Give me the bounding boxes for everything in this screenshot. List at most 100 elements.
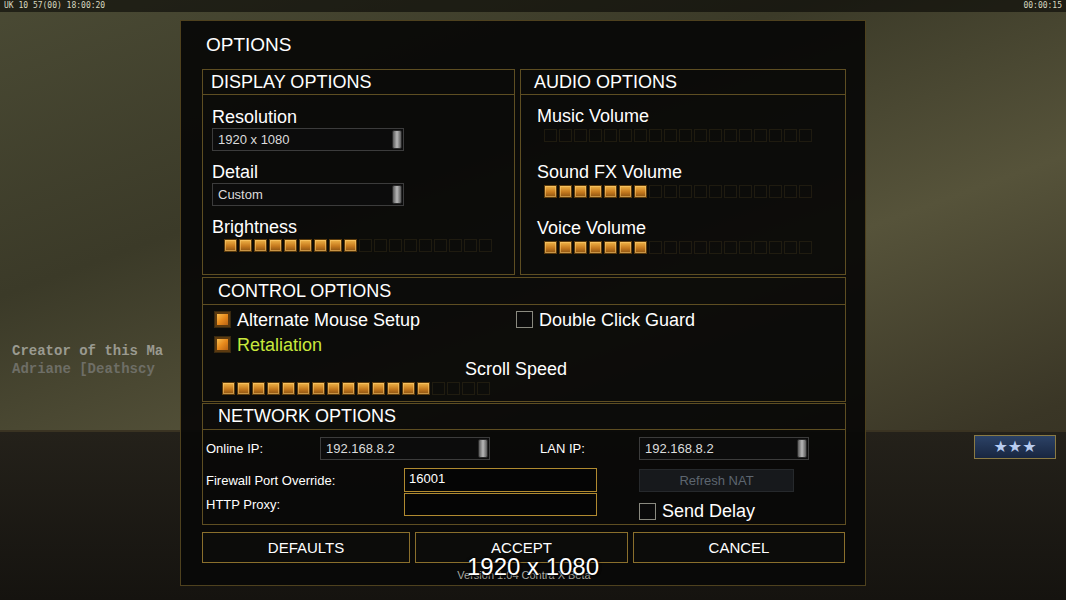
field-label: HTTP Proxy: (206, 493, 404, 516)
slider-segment (589, 129, 602, 142)
dialog-button[interactable]: ACCEPT (415, 532, 628, 563)
firewall-port-field[interactable]: 16001 (404, 468, 597, 492)
slider-segment (784, 241, 797, 254)
option-dropdown[interactable]: Custom (212, 183, 404, 206)
slider-segment (252, 382, 265, 395)
slider-segment (544, 129, 557, 142)
http-proxy-field[interactable] (404, 493, 597, 516)
slider-segment (574, 241, 587, 254)
checkbox-row[interactable]: Double Click Guard (516, 307, 845, 332)
checkbox-label: Retaliation (237, 335, 322, 355)
slider-segment (479, 239, 492, 252)
slider-segment (604, 241, 617, 254)
slider-segment (724, 185, 737, 198)
dialog-button[interactable]: CANCEL (633, 532, 845, 563)
dropdown-arrow-icon[interactable] (478, 439, 488, 458)
slider-segment (649, 241, 662, 254)
slider-segment (314, 239, 327, 252)
slider-segment (769, 241, 782, 254)
slider-segment (224, 239, 237, 252)
dropdown-arrow-icon[interactable] (797, 439, 807, 458)
slider-segment (404, 239, 417, 252)
slider-segment (754, 241, 767, 254)
brightness-slider[interactable] (212, 239, 504, 253)
dropdown-value: 1920 x 1080 (213, 129, 391, 150)
display-panel: DISPLAY OPTIONSResolution1920 x 1080Deta… (202, 69, 515, 275)
slider-segment (694, 241, 707, 254)
checkbox[interactable] (639, 503, 656, 520)
slider-segment (237, 382, 250, 395)
slider-segment (769, 185, 782, 198)
slider-segment (784, 129, 797, 142)
top-hud: UK 10 57(00) 18:00:2000:00:15 (0, 0, 1066, 12)
slider-segment (664, 129, 677, 142)
lan-ip-dropdown[interactable]: 192.168.8.2 (639, 437, 809, 460)
slider-segment (739, 129, 752, 142)
slider-segment (649, 129, 662, 142)
slider-segment (679, 241, 692, 254)
field-label: Sound FX Volume (537, 162, 835, 182)
field-label: Voice Volume (537, 218, 835, 238)
slider-segment (709, 129, 722, 142)
volume-slider[interactable] (537, 185, 835, 199)
volume-slider[interactable] (537, 241, 835, 255)
checkbox-row[interactable]: Send Delay (639, 501, 755, 521)
slider-segment (239, 239, 252, 252)
checkbox[interactable] (214, 336, 231, 353)
dialog-button[interactable]: DEFAULTS (202, 532, 410, 563)
checkbox-row[interactable]: Retaliation (214, 332, 516, 357)
dropdown-value: Custom (213, 184, 391, 205)
field-label: Scroll Speed (465, 359, 845, 379)
checkbox[interactable] (516, 311, 533, 328)
checkbox-label: Send Delay (662, 501, 755, 521)
option-dropdown[interactable]: 1920 x 1080 (212, 128, 404, 151)
dropdown-arrow-icon[interactable] (392, 185, 402, 204)
slider-segment (784, 185, 797, 198)
slider-segment (634, 241, 647, 254)
volume-slider[interactable] (537, 129, 835, 143)
panel-header: CONTROL OPTIONS (203, 278, 845, 305)
slider-segment (559, 129, 572, 142)
dropdown-value: 192.168.8.2 (640, 438, 796, 459)
version-label: Version 1.04 Contra X Beta (202, 567, 846, 583)
slider-segment (387, 382, 400, 395)
slider-segment (694, 129, 707, 142)
online-ip-dropdown[interactable]: 192.168.8.2 (320, 437, 490, 460)
options-dialog: OPTIONSDISPLAY OPTIONSResolution1920 x 1… (180, 20, 866, 586)
dropdown-arrow-icon[interactable] (392, 130, 402, 149)
checkbox[interactable] (214, 311, 231, 328)
checkbox-row[interactable]: Alternate Mouse Setup (214, 307, 516, 332)
slider-segment (799, 241, 812, 254)
slider-segment (342, 382, 355, 395)
slider-segment (297, 382, 310, 395)
slider-segment (574, 129, 587, 142)
slider-segment (299, 239, 312, 252)
slider-segment (739, 241, 752, 254)
field-label: Detail (212, 162, 504, 182)
slider-segment (432, 382, 445, 395)
scroll-speed-slider[interactable] (203, 382, 845, 396)
slider-segment (559, 241, 572, 254)
slider-segment (739, 185, 752, 198)
field-label: LAN IP: (540, 437, 639, 460)
panel-header: AUDIO OPTIONS (521, 70, 845, 95)
slider-segment (724, 129, 737, 142)
slider-segment (619, 185, 632, 198)
slider-segment (267, 382, 280, 395)
slider-segment (464, 239, 477, 252)
slider-segment (619, 241, 632, 254)
slider-segment (312, 382, 325, 395)
slider-segment (374, 239, 387, 252)
checkbox-label: Double Click Guard (539, 310, 695, 330)
slider-segment (724, 241, 737, 254)
field-label: Online IP: (206, 437, 320, 460)
field-label: Resolution (212, 107, 504, 127)
slider-segment (754, 185, 767, 198)
slider-segment (709, 241, 722, 254)
hud-stats: UK 10 57(00) 18:00:20 (4, 0, 105, 12)
slider-segment (649, 185, 662, 198)
audio-panel: AUDIO OPTIONSMusic VolumeSound FX Volume… (520, 69, 846, 275)
slider-segment (634, 185, 647, 198)
slider-segment (372, 382, 385, 395)
slider-segment (799, 129, 812, 142)
